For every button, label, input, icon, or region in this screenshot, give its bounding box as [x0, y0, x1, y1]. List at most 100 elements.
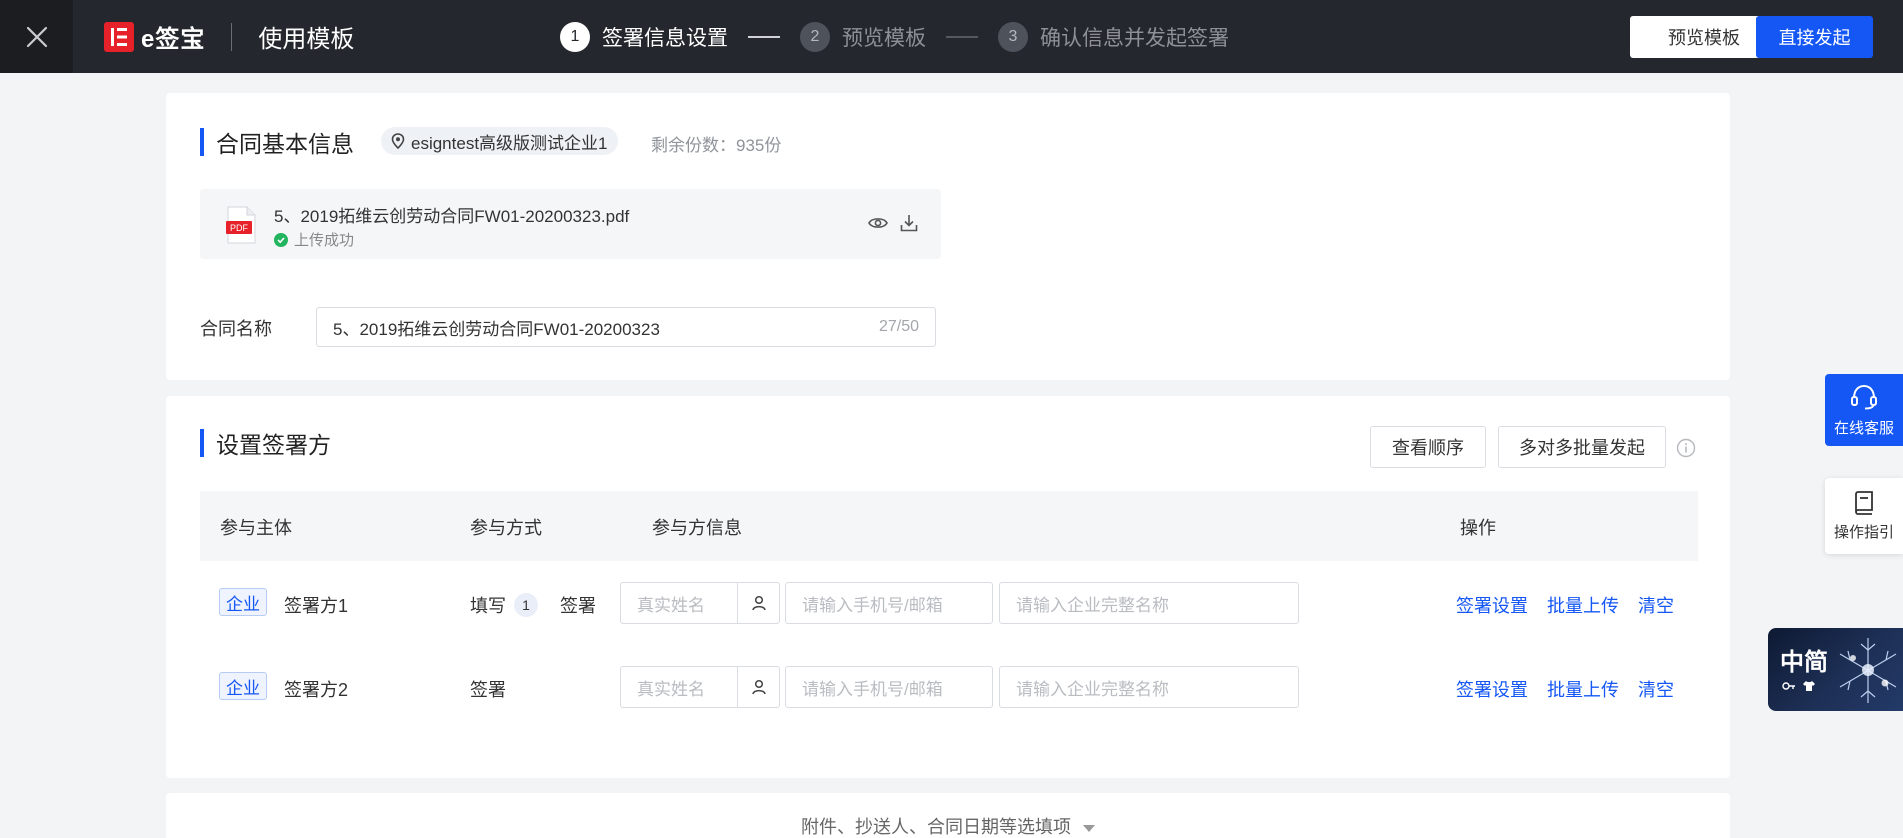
snowflake-crystal-icon [1839, 638, 1897, 703]
remaining-count: 剩余份数：935份 [651, 136, 782, 155]
step-1: 1 签署信息设置 [560, 21, 728, 52]
company-name-input[interactable]: 请输入企业完整名称 [999, 666, 1299, 708]
contract-name-value: 5、2019拓维云创劳动合同FW01-20200323 [333, 319, 660, 339]
optional-items-toggle[interactable]: 附件、抄送人、合同日期等选填项 [166, 813, 1730, 838]
org-chip: esigntest高级版测试企业1 [381, 127, 618, 155]
top-bar: e签宝 使用模板 1 签署信息设置 2 预览模板 3 确认信息并发起签署 预览模… [0, 0, 1903, 73]
optional-items-card: 附件、抄送人、合同日期等选填项 [166, 793, 1730, 838]
info-icon[interactable] [1676, 438, 1696, 458]
step-3: 3 确认信息并发起签署 [998, 21, 1229, 52]
shirt-icon [1803, 681, 1815, 691]
section-title-contract: 合同基本信息 [200, 125, 354, 159]
entity-tag: 企业 [219, 588, 267, 616]
brand-divider [231, 22, 233, 51]
participation-mode: 填写 1 [470, 592, 538, 618]
phone-email-input[interactable]: 请输入手机号/邮箱 [785, 582, 993, 624]
location-pin-icon [391, 133, 405, 149]
batch-upload-link[interactable]: 批量上传 [1547, 592, 1619, 618]
col-info: 参与方信息 [652, 518, 742, 538]
step-1-label: 签署信息设置 [602, 26, 728, 50]
mode-count-badge: 1 [514, 593, 538, 617]
eye-preview-icon[interactable] [868, 215, 888, 231]
upload-status: 上传成功 [274, 229, 354, 250]
sign-settings-link[interactable]: 签署设置 [1456, 676, 1528, 702]
participation-mode: 签署 [470, 676, 506, 702]
party-name: 签署方2 [284, 680, 349, 700]
promo-mini-icons [1782, 680, 1816, 692]
close-icon [26, 26, 47, 47]
view-order-button[interactable]: 查看顺序 [1370, 426, 1486, 468]
clear-link[interactable]: 清空 [1638, 592, 1674, 618]
logo-text: e签宝 [141, 26, 206, 53]
step-indicator: 1 签署信息设置 2 预览模板 3 确认信息并发起签署 [560, 0, 1229, 73]
real-name-input[interactable]: 真实姓名 [620, 582, 780, 624]
col-actions: 操作 [1460, 518, 1496, 538]
upload-status-text: 上传成功 [294, 232, 355, 249]
company-name-input[interactable]: 请输入企业完整名称 [999, 582, 1299, 624]
phone-email-placeholder: 请输入手机号/邮箱 [802, 679, 943, 699]
optional-items-label: 附件、抄送人、合同日期等选填项 [801, 817, 1071, 837]
table-row: 企业 签署方2 签署 真实姓名 请输入手机号/邮箱 请输入企业完整名称 签署设置… [200, 657, 1698, 717]
step-2-number: 2 [800, 21, 830, 52]
step-2: 2 预览模板 [800, 21, 926, 52]
contact-picker-button[interactable] [737, 583, 779, 623]
sign-settings-link[interactable]: 签署设置 [1456, 592, 1528, 618]
real-name-placeholder: 真实姓名 [637, 595, 705, 615]
file-name: 5、2019拓维云创劳动合同FW01-20200323.pdf [274, 207, 630, 226]
operation-guide-label: 操作指引 [1833, 523, 1894, 541]
headset-icon [1851, 384, 1877, 409]
party-name: 签署方1 [284, 596, 349, 616]
operation-guide-button[interactable]: 操作指引 [1825, 478, 1903, 554]
batch-launch-button[interactable]: 多对多批量发起 [1498, 426, 1666, 468]
char-counter: 27/50 [878, 318, 919, 335]
promo-banner[interactable]: 中简 [1768, 628, 1903, 711]
close-button[interactable] [0, 0, 73, 73]
direct-launch-button[interactable]: 直接发起 [1756, 16, 1873, 58]
key-icon [1782, 682, 1795, 690]
pdf-file-icon: PDF [226, 206, 256, 244]
step-connector [946, 35, 978, 38]
contract-info-title: 合同基本信息 [216, 131, 354, 157]
step-connector [748, 35, 780, 38]
company-name-placeholder: 请输入企业完整名称 [1016, 595, 1169, 615]
col-participant: 参与主体 [220, 518, 292, 538]
esign-logo-icon [104, 21, 134, 52]
step-2-label: 预览模板 [842, 26, 926, 50]
contact-picker-button[interactable] [737, 667, 779, 707]
batch-upload-link[interactable]: 批量上传 [1547, 676, 1619, 702]
online-service-button[interactable]: 在线客服 [1825, 374, 1903, 446]
brand: e签宝 使用模板 [104, 0, 354, 73]
online-service-label: 在线客服 [1833, 419, 1894, 437]
title-accent-bar [200, 429, 204, 457]
col-mode: 参与方式 [470, 518, 542, 538]
entity-tag: 企业 [219, 672, 267, 700]
org-name: esigntest高级版测试企业1 [411, 133, 608, 153]
step-3-label: 确认信息并发起签署 [1040, 26, 1229, 50]
signers-table-header: 参与主体 参与方式 参与方信息 操作 [200, 491, 1698, 561]
phone-email-placeholder: 请输入手机号/邮箱 [802, 595, 943, 615]
person-icon [751, 595, 766, 611]
section-title-signers: 设置签署方 [200, 426, 331, 460]
promo-text: 中简 [1780, 647, 1828, 676]
phone-email-input[interactable]: 请输入手机号/邮箱 [785, 666, 993, 708]
contract-name-input[interactable]: 5、2019拓维云创劳动合同FW01-20200323 27/50 [316, 307, 936, 347]
signers-title: 设置签署方 [216, 432, 331, 458]
real-name-input[interactable]: 真实姓名 [620, 666, 780, 708]
table-row: 企业 签署方1 填写 1 签署 真实姓名 请输入手机号/邮箱 请输入企业完整名称… [200, 573, 1698, 633]
check-circle-icon [274, 232, 288, 247]
mode-sign: 签署 [560, 596, 596, 616]
uploaded-file: PDF 5、2019拓维云创劳动合同FW01-20200323.pdf 上传成功 [200, 189, 941, 259]
mode-fill: 填写 [470, 596, 506, 616]
page-title: 使用模板 [258, 26, 355, 53]
person-icon [751, 679, 766, 695]
company-name-placeholder: 请输入企业完整名称 [1016, 679, 1169, 699]
clear-link[interactable]: 清空 [1638, 676, 1674, 702]
signers-card: 设置签署方 查看顺序 多对多批量发起 参与主体 参与方式 参与方信息 操作 企业… [166, 396, 1730, 778]
step-3-number: 3 [998, 21, 1028, 52]
book-icon [1855, 490, 1873, 515]
download-icon[interactable] [900, 214, 918, 232]
step-1-number: 1 [560, 21, 590, 52]
contract-name-label: 合同名称 [200, 319, 272, 339]
contract-info-card: 合同基本信息 esigntest高级版测试企业1 剩余份数：935份 PDF 5… [166, 93, 1730, 380]
real-name-placeholder: 真实姓名 [637, 679, 705, 699]
